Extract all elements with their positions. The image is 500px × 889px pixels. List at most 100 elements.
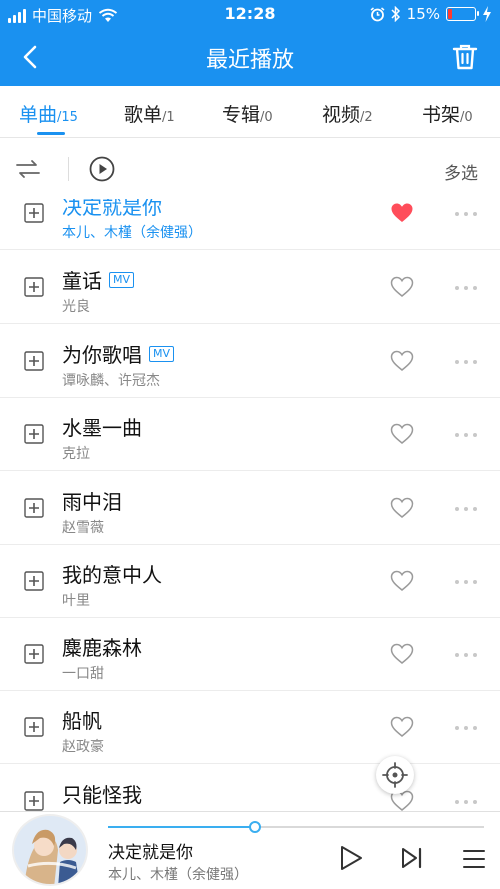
- page-title: 最近播放: [205, 48, 294, 73]
- add-to-playlist-icon[interactable]: [24, 277, 44, 297]
- song-artist: 叶里: [62, 593, 90, 609]
- recent-plays-screen: 中国移动 12:28 15% 最近播放 单曲/15 歌单/1 专辑/0 视频/2…: [0, 0, 500, 889]
- progress-fill: [108, 826, 255, 828]
- playlist-icon[interactable]: [462, 848, 486, 870]
- more-options-icon[interactable]: [454, 652, 478, 658]
- top-bar: 最近播放: [0, 28, 500, 86]
- song-row[interactable]: 雨中泪 赵雪薇: [0, 472, 500, 545]
- song-title-text: 我的意中人: [62, 563, 162, 587]
- add-to-playlist-icon[interactable]: [24, 717, 44, 737]
- tab-count: /15: [57, 110, 78, 125]
- toolbar-divider: [68, 157, 69, 181]
- more-options-icon[interactable]: [454, 579, 478, 585]
- tab-playlists[interactable]: 歌单/1: [124, 100, 175, 127]
- song-list: 决定就是你 本儿、木槿（余健强） 童话 MV 光良 为你歌唱 MV 谭咏麟、许冠杰 …: [0, 199, 500, 811]
- tab-albums[interactable]: 专辑/0: [222, 100, 273, 127]
- tab-label: 单曲: [19, 104, 58, 126]
- heart-outline-icon[interactable]: [390, 350, 414, 372]
- heart-outline-icon[interactable]: [390, 716, 414, 738]
- bluetooth-icon: [391, 6, 400, 22]
- battery-percent: 15%: [406, 5, 440, 23]
- tab-bookshelf[interactable]: 书架/0: [422, 100, 473, 127]
- tab-songs[interactable]: 单曲/15: [19, 100, 78, 127]
- add-to-playlist-icon[interactable]: [24, 498, 44, 518]
- more-options-icon[interactable]: [454, 432, 478, 438]
- album-cover[interactable]: [12, 814, 88, 886]
- add-to-playlist-icon[interactable]: [24, 791, 44, 811]
- now-playing-artist: 本儿、木槿（余健强）: [108, 867, 248, 883]
- progress-knob[interactable]: [248, 821, 261, 833]
- song-title-text: 水墨一曲: [62, 416, 142, 440]
- trash-icon[interactable]: [450, 42, 480, 72]
- play-icon[interactable]: [338, 844, 364, 872]
- song-artist: 赵政豪: [62, 739, 104, 755]
- song-row[interactable]: 童话 MV 光良: [0, 251, 500, 324]
- song-title-text: 雨中泪: [62, 490, 122, 514]
- list-toolbar: 多选: [0, 139, 500, 199]
- song-title: 为你歌唱 MV: [62, 339, 175, 368]
- tab-count: /0: [460, 110, 473, 125]
- more-options-icon[interactable]: [454, 799, 478, 805]
- song-title: 雨中泪: [62, 486, 122, 515]
- song-title-text: 只能怪我: [62, 783, 142, 807]
- song-artist: 谭咏麟、许冠杰: [62, 373, 160, 389]
- heart-outline-icon[interactable]: [390, 570, 414, 592]
- tab-count: /1: [162, 110, 175, 125]
- locate-current-song-button[interactable]: [376, 756, 414, 794]
- add-to-playlist-icon[interactable]: [24, 424, 44, 444]
- play-circle-icon[interactable]: [89, 156, 115, 182]
- song-row[interactable]: 只能怪我: [0, 765, 500, 811]
- progress-bar[interactable]: [108, 821, 484, 833]
- add-to-playlist-icon[interactable]: [24, 571, 44, 591]
- heart-outline-icon[interactable]: [390, 497, 414, 519]
- charging-icon: [483, 6, 491, 22]
- heart-outline-icon[interactable]: [390, 643, 414, 665]
- now-playing-title: 决定就是你: [108, 843, 193, 863]
- song-title-text: 决定就是你: [62, 199, 162, 219]
- song-title-text: 为你歌唱: [62, 343, 142, 367]
- heart-outline-icon[interactable]: [390, 423, 414, 445]
- tab-count: /0: [260, 110, 273, 125]
- mini-player[interactable]: 决定就是你 本儿、木槿（余健强）: [0, 811, 500, 889]
- more-options-icon[interactable]: [454, 725, 478, 731]
- song-artist: 本儿、木槿（余健强）: [62, 225, 202, 241]
- add-to-playlist-icon[interactable]: [24, 644, 44, 664]
- multi-select-button[interactable]: 多选: [444, 159, 478, 184]
- more-options-icon[interactable]: [454, 359, 478, 365]
- song-row[interactable]: 为你歌唱 MV 谭咏麟、许冠杰: [0, 325, 500, 398]
- heart-outline-icon[interactable]: [390, 276, 414, 298]
- song-row[interactable]: 船帆 赵政豪: [0, 691, 500, 764]
- status-bar: 中国移动 12:28 15%: [0, 0, 500, 28]
- song-title: 水墨一曲: [62, 412, 142, 441]
- crosshair-icon: [382, 762, 408, 788]
- active-tab-indicator: [37, 132, 65, 135]
- mv-badge[interactable]: MV: [109, 271, 135, 288]
- album-art-illustration: [14, 816, 86, 884]
- song-row[interactable]: 我的意中人 叶里: [0, 545, 500, 618]
- more-options-icon[interactable]: [454, 506, 478, 512]
- shuffle-icon[interactable]: [15, 157, 41, 181]
- category-tabs: 单曲/15 歌单/1 专辑/0 视频/2 书架/0: [0, 86, 500, 138]
- tab-count: /2: [360, 110, 373, 125]
- song-row[interactable]: 麋鹿森林 一口甜: [0, 618, 500, 691]
- song-title: 决定就是你: [62, 199, 162, 220]
- tab-label: 书架: [422, 104, 461, 126]
- song-title: 麋鹿森林: [62, 632, 142, 661]
- add-to-playlist-icon[interactable]: [24, 203, 44, 223]
- tab-label: 专辑: [222, 104, 261, 126]
- song-artist: 克拉: [62, 446, 90, 462]
- more-options-icon[interactable]: [454, 285, 478, 291]
- song-artist: 赵雪薇: [62, 520, 104, 536]
- song-artist: 光良: [62, 299, 90, 315]
- mv-badge[interactable]: MV: [149, 345, 175, 362]
- heart-filled-icon[interactable]: [390, 202, 414, 224]
- song-row[interactable]: 决定就是你 本儿、木槿（余健强）: [0, 199, 500, 250]
- add-to-playlist-icon[interactable]: [24, 351, 44, 371]
- next-track-icon[interactable]: [400, 846, 424, 870]
- song-row[interactable]: 水墨一曲 克拉: [0, 398, 500, 471]
- tab-label: 歌单: [124, 104, 163, 126]
- tab-videos[interactable]: 视频/2: [322, 100, 373, 127]
- song-title: 只能怪我: [62, 779, 142, 808]
- song-title-text: 麋鹿森林: [62, 636, 142, 660]
- more-options-icon[interactable]: [454, 211, 478, 217]
